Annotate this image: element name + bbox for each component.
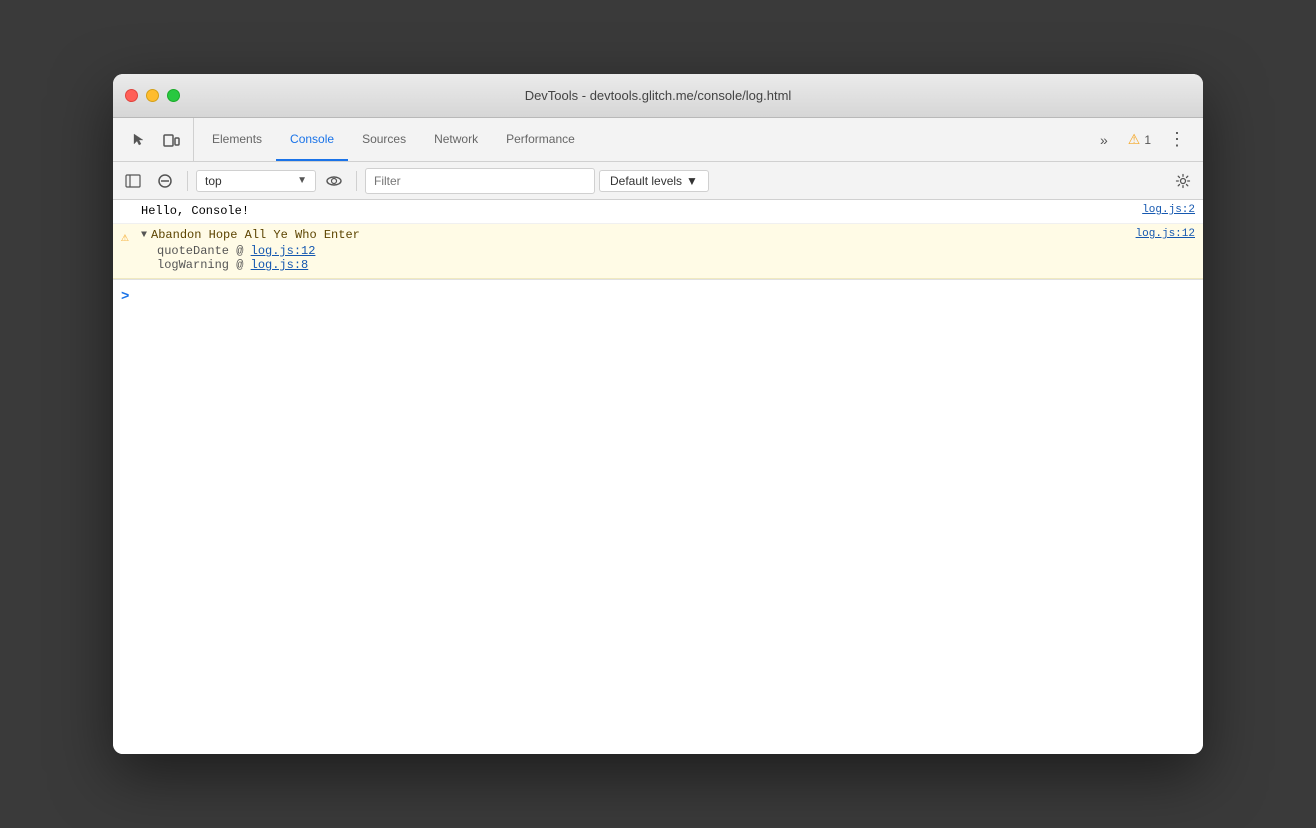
console-row-log: Hello, Console! log.js:2 <box>113 200 1203 224</box>
tab-network[interactable]: Network <box>420 118 492 161</box>
tab-bar: Elements Console Sources Network Perform… <box>113 118 1203 162</box>
tab-elements[interactable]: Elements <box>198 118 276 161</box>
warning-triangle-icon: ⚠ <box>1128 131 1141 148</box>
console-log-message: Hello, Console! <box>141 204 1134 218</box>
console-settings-button[interactable] <box>1169 167 1197 195</box>
log-levels-button[interactable]: Default levels ▼ <box>599 170 709 192</box>
stack-link-2[interactable]: log.js:8 <box>251 258 309 272</box>
filter-input[interactable] <box>365 168 595 194</box>
traffic-lights <box>125 89 180 102</box>
console-log-source[interactable]: log.js:2 <box>1142 204 1195 216</box>
device-toolbar-icon[interactable] <box>157 126 185 154</box>
title-bar: DevTools - devtools.glitch.me/console/lo… <box>113 74 1203 118</box>
stack-frame-2: logWarning @ log.js:8 <box>157 258 1128 272</box>
context-select[interactable]: top ▼ <box>196 170 316 192</box>
maximize-button[interactable] <box>167 89 180 102</box>
live-expressions-button[interactable] <box>320 167 348 195</box>
more-tabs-button[interactable]: » <box>1092 132 1116 148</box>
devtools-menu-button[interactable]: ⋮ <box>1163 126 1191 154</box>
devtools-window: DevTools - devtools.glitch.me/console/lo… <box>113 74 1203 754</box>
minimize-button[interactable] <box>146 89 159 102</box>
warning-icon: ⚠ <box>121 230 129 245</box>
tab-bar-left-icons <box>117 118 194 161</box>
stack-link-1[interactable]: log.js:12 <box>251 244 316 258</box>
inspect-icon[interactable] <box>125 126 153 154</box>
clear-console-button[interactable] <box>151 167 179 195</box>
window-title: DevTools - devtools.glitch.me/console/lo… <box>525 88 792 103</box>
sidebar-toggle-button[interactable] <box>119 167 147 195</box>
console-prompt-icon: > <box>121 289 129 305</box>
expand-arrow-icon[interactable]: ▼ <box>141 230 147 241</box>
console-warning-source[interactable]: log.js:12 <box>1136 228 1195 240</box>
stack-frame-1: quoteDante @ log.js:12 <box>157 244 1128 258</box>
tab-console[interactable]: Console <box>276 118 348 161</box>
context-select-arrow-icon: ▼ <box>297 175 307 186</box>
tab-performance[interactable]: Performance <box>492 118 589 161</box>
toolbar-separator-1 <box>187 171 188 191</box>
console-output: Hello, Console! log.js:2 ⚠ ▼ Abandon Hop… <box>113 200 1203 754</box>
warning-header: ▼ Abandon Hope All Ye Who Enter <box>141 228 1128 242</box>
stack-trace: quoteDante @ log.js:12 logWarning @ log.… <box>141 242 1128 274</box>
tab-bar-right: » ⚠ 1 ⋮ <box>1084 118 1199 161</box>
tab-sources[interactable]: Sources <box>348 118 420 161</box>
close-button[interactable] <box>125 89 138 102</box>
console-row-warning: ⚠ ▼ Abandon Hope All Ye Who Enter quoteD… <box>113 224 1203 279</box>
warning-badge[interactable]: ⚠ 1 <box>1120 129 1159 150</box>
console-input-row: > <box>113 279 1203 313</box>
console-toolbar: top ▼ Default levels ▼ <box>113 162 1203 200</box>
toolbar-separator-2 <box>356 171 357 191</box>
console-warning-content: ▼ Abandon Hope All Ye Who Enter quoteDan… <box>141 228 1128 274</box>
levels-arrow-icon: ▼ <box>686 174 698 188</box>
console-input[interactable] <box>137 290 1195 304</box>
